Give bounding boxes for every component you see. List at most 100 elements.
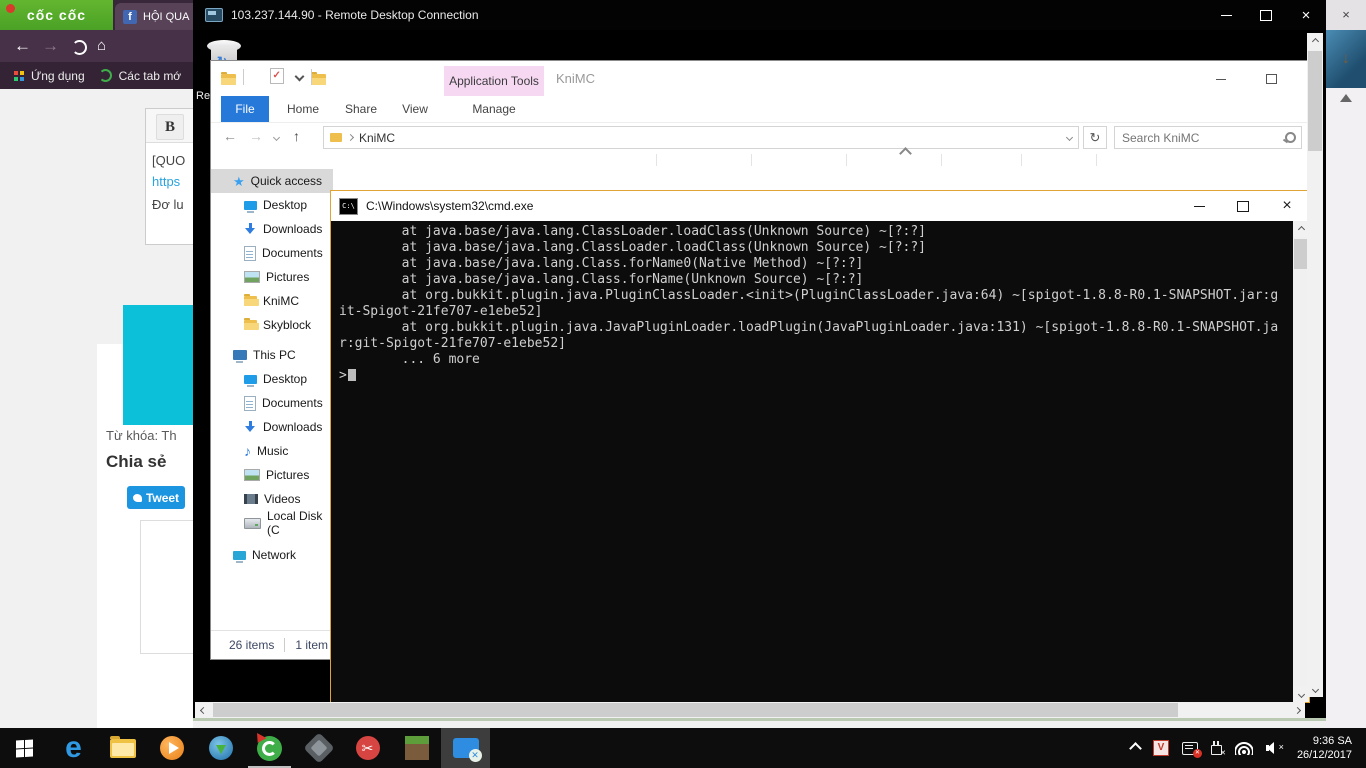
bookmark-apps[interactable]: Ứng dụng [14,69,85,83]
rdp-titlebar[interactable]: 103.237.144.90 - Remote Desktop Connecti… [193,0,1326,30]
rdp-minimize-button[interactable] [1206,0,1246,30]
tab-share[interactable]: Share [339,96,383,122]
scrollbar-thumb[interactable] [1294,239,1308,269]
separator [243,69,244,85]
rdp-maximize-button[interactable] [1246,0,1286,30]
refresh-icon[interactable]: ↻ [1083,126,1107,149]
cmd-minimize-button[interactable] [1177,191,1221,221]
sidebar-item-downloads-pc[interactable]: Downloads [211,415,333,439]
sidebar-item-downloads[interactable]: Downloads [211,217,333,241]
bold-button[interactable]: B [156,114,184,140]
browser-tab-title: HỘI QUA [143,10,190,23]
taskbar-item-idm[interactable] [196,728,245,768]
sidebar-item-music[interactable]: ♪ Music [211,439,333,463]
qat-folder-icon[interactable] [221,72,236,85]
forward-icon[interactable]: → [42,30,59,62]
tab-manage[interactable]: Manage [444,96,544,122]
taskbar-item-coccoc[interactable] [245,728,294,768]
music-icon: ♪ [244,442,251,459]
sidebar-item-desktop-pc[interactable]: Desktop [211,367,333,391]
start-button[interactable] [0,728,49,768]
scroll-up-arrow-icon[interactable] [1340,94,1352,102]
scroll-up-icon[interactable] [1307,33,1323,49]
home-icon[interactable]: ⌂ [97,30,106,62]
scrollbar-thumb[interactable] [1308,51,1322,151]
explorer-forward-icon[interactable]: → [249,128,263,144]
console-prompt[interactable]: > [339,368,1293,384]
wifi-icon[interactable] [1234,741,1253,755]
qat-properties-icon[interactable] [270,68,285,84]
taskbar-item-capture-tool[interactable]: ✂ [343,728,392,768]
tab-home[interactable]: Home [281,96,325,122]
search-icon [1285,132,1296,143]
taskbar-item-media-player[interactable] [147,728,196,768]
explorer-back-icon[interactable]: ← [223,128,237,144]
sidebar-item-documents[interactable]: Documents [211,241,333,265]
address-dropdown-icon[interactable] [1065,133,1074,142]
sidebar-item-pictures-pc[interactable]: Pictures [211,463,333,487]
sidebar-item-documents-pc[interactable]: Documents [211,391,333,415]
file-explorer-icon [109,735,136,758]
explorer-address-bar[interactable]: KniMC [323,126,1079,149]
cmd-console-output[interactable]: at java.base/java.lang.ClassLoader.loadC… [331,221,1293,702]
remote-desktop-window: 103.237.144.90 - Remote Desktop Connecti… [193,0,1326,721]
scroll-left-icon[interactable] [195,702,211,718]
sidebar-item-this-pc[interactable]: This PC [211,343,333,367]
host-tab-close[interactable]: × [1326,0,1366,30]
reload-icon[interactable] [72,40,87,55]
sidebar-item-desktop[interactable]: Desktop [211,193,333,217]
volume-muted-icon[interactable]: × [1265,742,1284,754]
taskbar-item-remote-desktop[interactable] [441,728,490,768]
sidebar-item-quick-access[interactable]: ★ Quick access [211,169,333,193]
tray-v-app-icon[interactable]: V [1152,740,1169,756]
console-line: at java.base/java.lang.Class.forName0(Na… [339,256,864,271]
scroll-down-icon[interactable] [1307,681,1323,697]
cmd-maximize-button[interactable] [1221,191,1265,221]
sidebar-item-network[interactable]: Network [211,543,333,567]
webpage-banner[interactable] [123,305,193,425]
tab-view[interactable]: View [395,96,435,122]
taskbar-item-minecraft[interactable] [392,728,441,768]
sidebar-label: Network [252,548,297,562]
tray-messages-icon[interactable] [1181,741,1202,758]
coccoc-logo[interactable]: cốc cốc [0,0,113,30]
scroll-right-icon[interactable] [1289,702,1305,718]
sidebar-item-knimc[interactable]: KniMC [211,289,333,313]
rdp-vertical-scrollbar[interactable] [1307,33,1323,697]
back-icon[interactable]: ← [14,30,31,62]
sidebar-item-local-disk[interactable]: Local Disk (C [211,509,333,537]
bookmark-new-tabs[interactable]: Các tab mớ [98,69,181,83]
explorer-minimize-button[interactable] [1206,69,1236,89]
sidebar-item-skyblock[interactable]: Skyblock [211,313,333,337]
rdp-close-button[interactable]: × [1286,0,1326,30]
tweet-button[interactable]: Tweet [127,486,185,509]
qat-newfolder-icon[interactable] [310,72,326,85]
scrollbar-thumb[interactable] [213,703,1178,717]
system-tray: V × 9:36 SA 26/12/2017 [1129,728,1366,768]
rdp-horizontal-scrollbar[interactable] [195,702,1305,718]
scissors-icon: ✂ [355,736,380,760]
qat-dropdown-icon[interactable] [294,71,305,82]
taskbar-item-edge[interactable]: e [49,728,98,768]
explorer-maximize-button[interactable] [1256,69,1286,89]
search-input[interactable] [1120,129,1285,146]
cmd-close-button[interactable]: × [1265,191,1309,221]
sidebar-item-videos[interactable]: Videos [211,487,333,511]
host-page-scrollbar[interactable] [1326,88,1366,728]
tray-peripheral-icon[interactable] [1210,740,1226,757]
explorer-history-dropdown-icon[interactable] [272,133,281,142]
explorer-up-icon[interactable]: ↑ [293,128,300,144]
sidebar-label: Skyblock [263,318,312,332]
sidebar-item-pictures[interactable]: Pictures [211,265,333,289]
taskbar-item-file-explorer[interactable] [98,728,147,768]
edge-icon: e [65,731,82,764]
cmd-titlebar[interactable]: C:\ C:\Windows\system32\cmd.exe × [331,191,1309,221]
taskbar-item-format-factory[interactable] [294,728,343,768]
tab-file[interactable]: File [221,96,269,122]
taskbar-clock[interactable]: 9:36 SA 26/12/2017 [1297,734,1356,762]
explorer-search-box[interactable] [1114,126,1302,149]
tray-expand-icon[interactable] [1129,741,1142,755]
sidebar-label: Desktop [263,372,308,386]
editor-link-text[interactable]: https [152,174,180,189]
breadcrumb[interactable]: KniMC [359,131,395,145]
